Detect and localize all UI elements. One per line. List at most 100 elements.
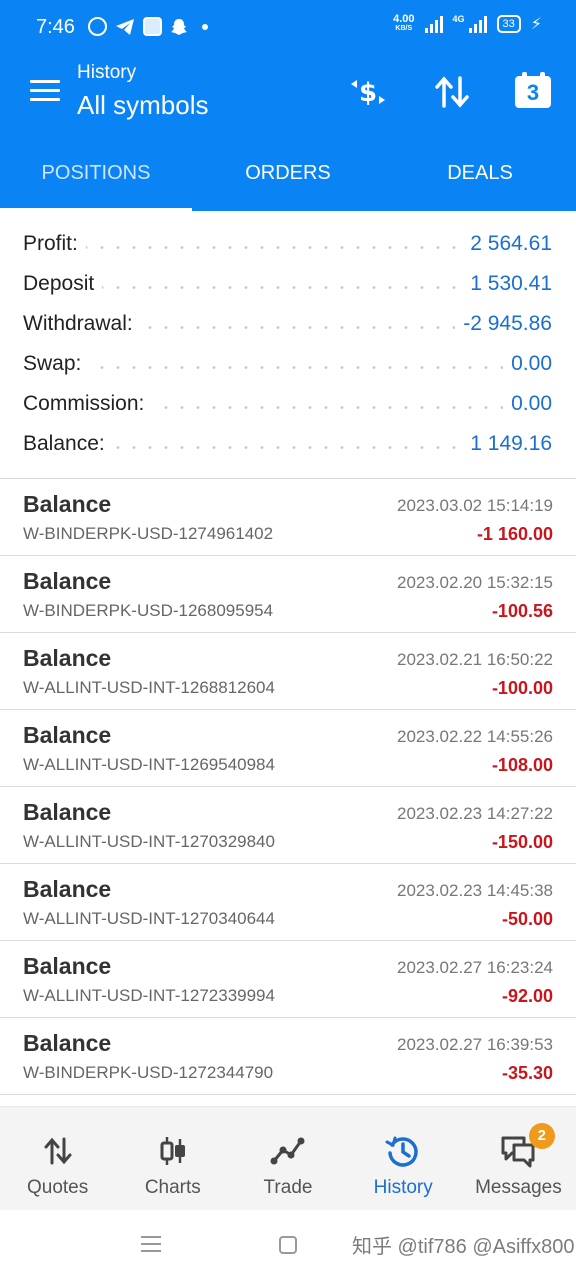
tab-bar: POSITIONS ORDERS DEALS: [0, 134, 576, 211]
status-bar: 7:46 4.00 KB/S 4G 33 ⚡: [0, 0, 576, 56]
summary-value: 2 564.61: [462, 232, 552, 256]
summary-row-balance: Balance: 1 149.16: [0, 424, 576, 464]
trade-icon: [270, 1137, 305, 1165]
list-item[interactable]: Balance W-BINDERPK-USD-1268095954 2023.0…: [0, 556, 576, 633]
deal-time: 2023.02.27 16:23:24: [397, 958, 553, 977]
deal-amount: -1 160.00: [476, 524, 553, 544]
summary-label: Swap:: [23, 352, 90, 376]
snapchat-icon: [171, 18, 187, 35]
summary-value: -2 945.86: [455, 312, 552, 336]
summary-row-profit: Profit: 2 564.61: [0, 224, 576, 264]
deal-amount: -100.56: [491, 601, 553, 621]
deal-type: Balance: [23, 491, 112, 517]
notification-icons: [88, 17, 208, 36]
summary-row-commission: Commission: 0.00: [0, 384, 576, 424]
summary-row-swap: Swap: 0.00: [0, 344, 576, 384]
deals-list: Balance W-BINDERPK-USD-1274961402 2023.0…: [0, 479, 576, 1115]
deal-time: 2023.02.23 14:27:22: [397, 804, 553, 823]
charging-icon: ⚡: [530, 16, 542, 33]
deal-amount: -150.00: [491, 832, 553, 852]
summary-label: Balance:: [23, 432, 113, 456]
status-time: 7:46: [36, 16, 75, 38]
deal-type: Balance: [23, 568, 112, 594]
deal-amount: -92.00: [501, 986, 553, 1006]
deal-amount: -35.30: [501, 1063, 553, 1083]
deal-time: 2023.02.27 16:39:53: [397, 1035, 553, 1054]
list-item[interactable]: Balance W-ALLINT-USD-INT-1269540984 2023…: [0, 710, 576, 787]
nav-trade[interactable]: Trade: [230, 1107, 345, 1210]
home-button[interactable]: [279, 1236, 297, 1254]
whatsapp-icon: [88, 17, 107, 36]
deal-comment: W-BINDERPK-USD-1268095954: [23, 601, 274, 620]
deal-comment: W-ALLINT-USD-INT-1269540984: [23, 755, 275, 774]
deal-time: 2023.03.02 15:14:19: [397, 496, 553, 515]
deposit-withdraw-icon[interactable]: $: [346, 70, 390, 114]
symbol-filter[interactable]: All symbols: [77, 90, 208, 121]
deal-type: Balance: [23, 876, 112, 902]
deal-type: Balance: [23, 799, 112, 825]
summary-value: 1 530.41: [462, 272, 552, 296]
system-nav-bar: 知乎 @tif786 @Asiffx800: [0, 1210, 576, 1280]
charts-icon: [160, 1137, 185, 1165]
tab-positions[interactable]: POSITIONS: [0, 134, 192, 211]
bottom-nav: Quotes Charts Trade History 2 Messages: [0, 1106, 576, 1210]
menu-icon[interactable]: [30, 80, 60, 102]
tab-orders[interactable]: ORDERS: [192, 134, 384, 211]
watermark: 知乎 @tif786 @Asiffx800: [352, 1236, 575, 1258]
deal-comment: W-ALLINT-USD-INT-1270340644: [23, 909, 275, 928]
summary-row-deposit: Deposit 1 530.41: [0, 264, 576, 304]
deal-type: Balance: [23, 722, 112, 748]
nav-label: Messages: [475, 1177, 562, 1198]
lte-label: 4G: [452, 14, 465, 24]
list-item[interactable]: Balance W-ALLINT-USD-INT-1270329840 2023…: [0, 787, 576, 864]
list-item[interactable]: Balance W-ALLINT-USD-INT-1270340644 2023…: [0, 864, 576, 941]
recent-apps-button[interactable]: [141, 1236, 161, 1257]
deal-amount: -100.00: [491, 678, 553, 698]
net-speed-unit: KB/S: [395, 25, 413, 32]
sort-icon[interactable]: [430, 70, 474, 114]
telegram-icon: [116, 18, 134, 35]
more-notifications-dot: [202, 23, 208, 30]
app-notification-icon: [143, 17, 162, 36]
summary-value: 0.00: [503, 392, 552, 416]
nav-charts[interactable]: Charts: [115, 1107, 230, 1210]
deal-type: Balance: [23, 953, 112, 979]
battery-icon: 33: [496, 15, 521, 33]
deal-amount: -108.00: [491, 755, 553, 775]
list-item[interactable]: Balance W-BINDERPK-USD-1272344790 2023.0…: [0, 1018, 576, 1095]
summary-row-withdrawal: Withdrawal: -2 945.86: [0, 304, 576, 344]
app-bar-subtitle: History: [77, 62, 137, 83]
nav-messages[interactable]: 2 Messages: [461, 1107, 576, 1210]
tab-deals[interactable]: DEALS: [384, 134, 576, 211]
deal-type: Balance: [23, 645, 112, 671]
deal-time: 2023.02.23 14:45:38: [397, 881, 553, 900]
nav-history[interactable]: History: [346, 1107, 461, 1210]
summary-section: Profit: 2 564.61 Deposit 1 530.41 Withdr…: [0, 224, 576, 464]
calendar-icon[interactable]: 3: [512, 70, 556, 114]
deal-time: 2023.02.22 14:55:26: [397, 727, 553, 746]
svg-text:$: $: [359, 78, 377, 108]
messages-badge: 2: [528, 1123, 555, 1149]
list-item[interactable]: Balance W-BINDERPK-USD-1274961402 2023.0…: [0, 479, 576, 556]
summary-value: 0.00: [503, 352, 552, 376]
summary-value: 1 149.16: [462, 432, 552, 456]
quotes-icon: [44, 1137, 72, 1165]
nav-label: Quotes: [26, 1177, 89, 1198]
deal-comment: W-BINDERPK-USD-1274961402: [23, 524, 274, 543]
deal-time: 2023.02.20 15:32:15: [397, 573, 553, 592]
nav-label: Charts: [144, 1177, 201, 1198]
deal-amount: -50.00: [501, 909, 553, 929]
summary-label: Withdrawal:: [23, 312, 141, 336]
deal-comment: W-ALLINT-USD-INT-1270329840: [23, 832, 275, 851]
deal-time: 2023.02.21 16:50:22: [397, 650, 553, 669]
net-speed: 4.00 KB/S: [393, 14, 414, 34]
calendar-day: 3: [515, 76, 551, 108]
tab-indicator: [0, 208, 192, 211]
summary-label: Deposit: [23, 272, 103, 296]
list-item[interactable]: Balance W-ALLINT-USD-INT-1272339994 2023…: [0, 941, 576, 1018]
deal-comment: W-ALLINT-USD-INT-1268812604: [23, 678, 275, 697]
signal-icon-2: [468, 15, 487, 33]
deal-type: Balance: [23, 1030, 112, 1056]
list-item[interactable]: Balance W-ALLINT-USD-INT-1268812604 2023…: [0, 633, 576, 710]
nav-quotes[interactable]: Quotes: [0, 1107, 115, 1210]
